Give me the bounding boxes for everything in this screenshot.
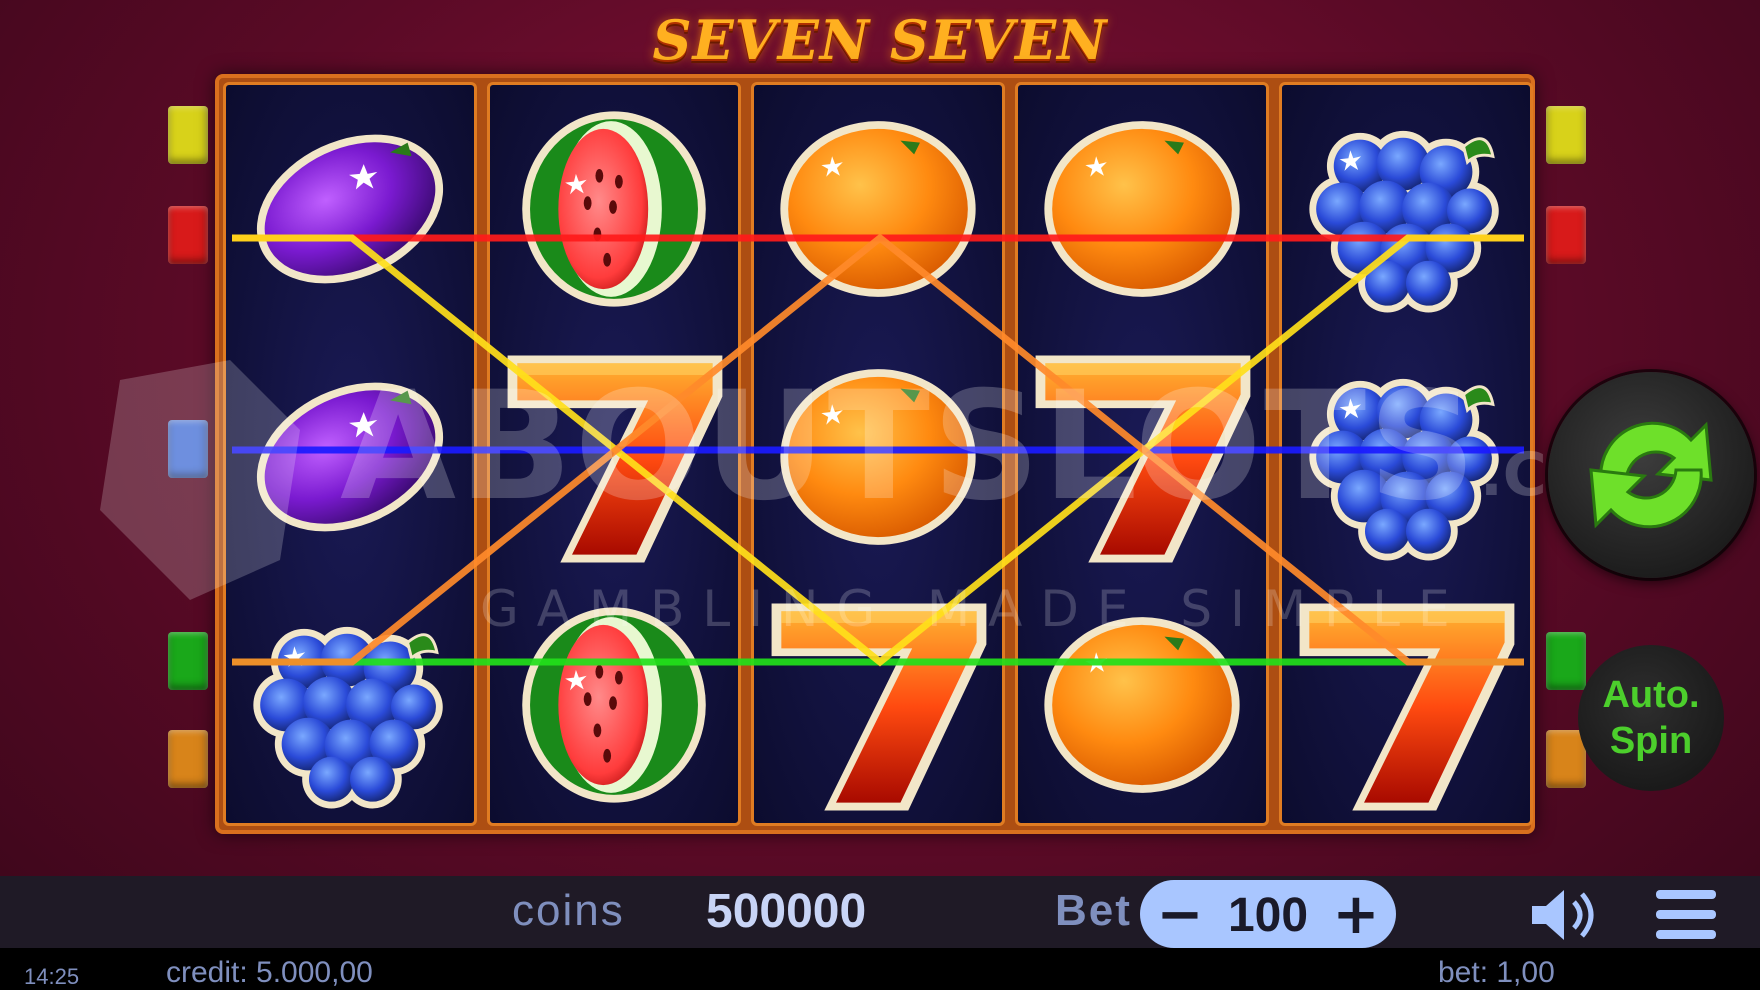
line-tab-yellow-right [1546,106,1586,164]
hamburger-menu-icon [1656,890,1716,939]
bet-increase-button[interactable]: + [1324,882,1388,947]
plum-icon [226,333,474,581]
seven-icon [1018,333,1266,581]
reel-4 [1015,82,1269,826]
line-tab-yellow-left [168,106,208,164]
clock: 14:25 [24,964,80,989]
line-tab-blue-left [168,420,208,478]
seven-icon [754,581,1002,829]
line-tab-green-right [1546,632,1586,690]
grapes-icon [1282,85,1530,333]
bet-selector: − 100 + [1140,880,1396,948]
bet-display: bet: 1,00 [1438,956,1555,989]
speaker-icon [1532,890,1594,940]
reel-5 [1279,82,1533,826]
sound-button[interactable] [1528,886,1600,944]
spin-button[interactable] [1548,372,1754,578]
watermelon-icon [490,85,738,333]
grapes-icon [226,581,474,829]
bet-decrease-button[interactable]: − [1148,882,1212,947]
seven-icon [490,333,738,581]
grapes-icon [1282,333,1530,581]
status-bar: 14:25 credit: 5.000,00 bet: 1,00 [0,948,1760,990]
reel-3 [751,82,1005,826]
reel-2 [487,82,741,826]
orange-icon [754,333,1002,581]
line-tab-red-left [168,206,208,264]
bet-value: 100 [1227,889,1309,942]
auto-spin-button[interactable]: Auto. Spin [1578,645,1724,791]
game-logo: SEVEN SEVEN [0,0,1760,80]
coins-value: 500000 [706,885,867,938]
control-bar: coins 500000 Bet − 100 + [0,876,1760,948]
menu-button[interactable] [1654,884,1718,946]
credit-display: credit: 5.000,00 [166,956,373,989]
seven-icon [1282,581,1530,829]
plum-icon [226,85,474,333]
bet-label: Bet [1055,886,1132,935]
line-tab-red-right [1546,206,1586,264]
orange-icon [754,85,1002,333]
orange-icon [1018,581,1266,829]
reel-1 [223,82,477,826]
line-tab-orange-left [168,730,208,788]
refresh-arrows-icon [1589,421,1713,529]
coins-label: coins [512,886,625,935]
auto-spin-label-2: Spin [1609,720,1693,762]
line-tab-green-left [168,632,208,690]
auto-spin-label-1: Auto. [1602,674,1700,716]
watermelon-icon [490,581,738,829]
orange-icon [1018,85,1266,333]
game-area: SEVEN SEVEN ABOUTSLOTS .COM GAMBLING MAD… [0,0,1760,876]
reels-frame [215,74,1535,834]
game-title: SEVEN SEVEN [652,8,1108,72]
